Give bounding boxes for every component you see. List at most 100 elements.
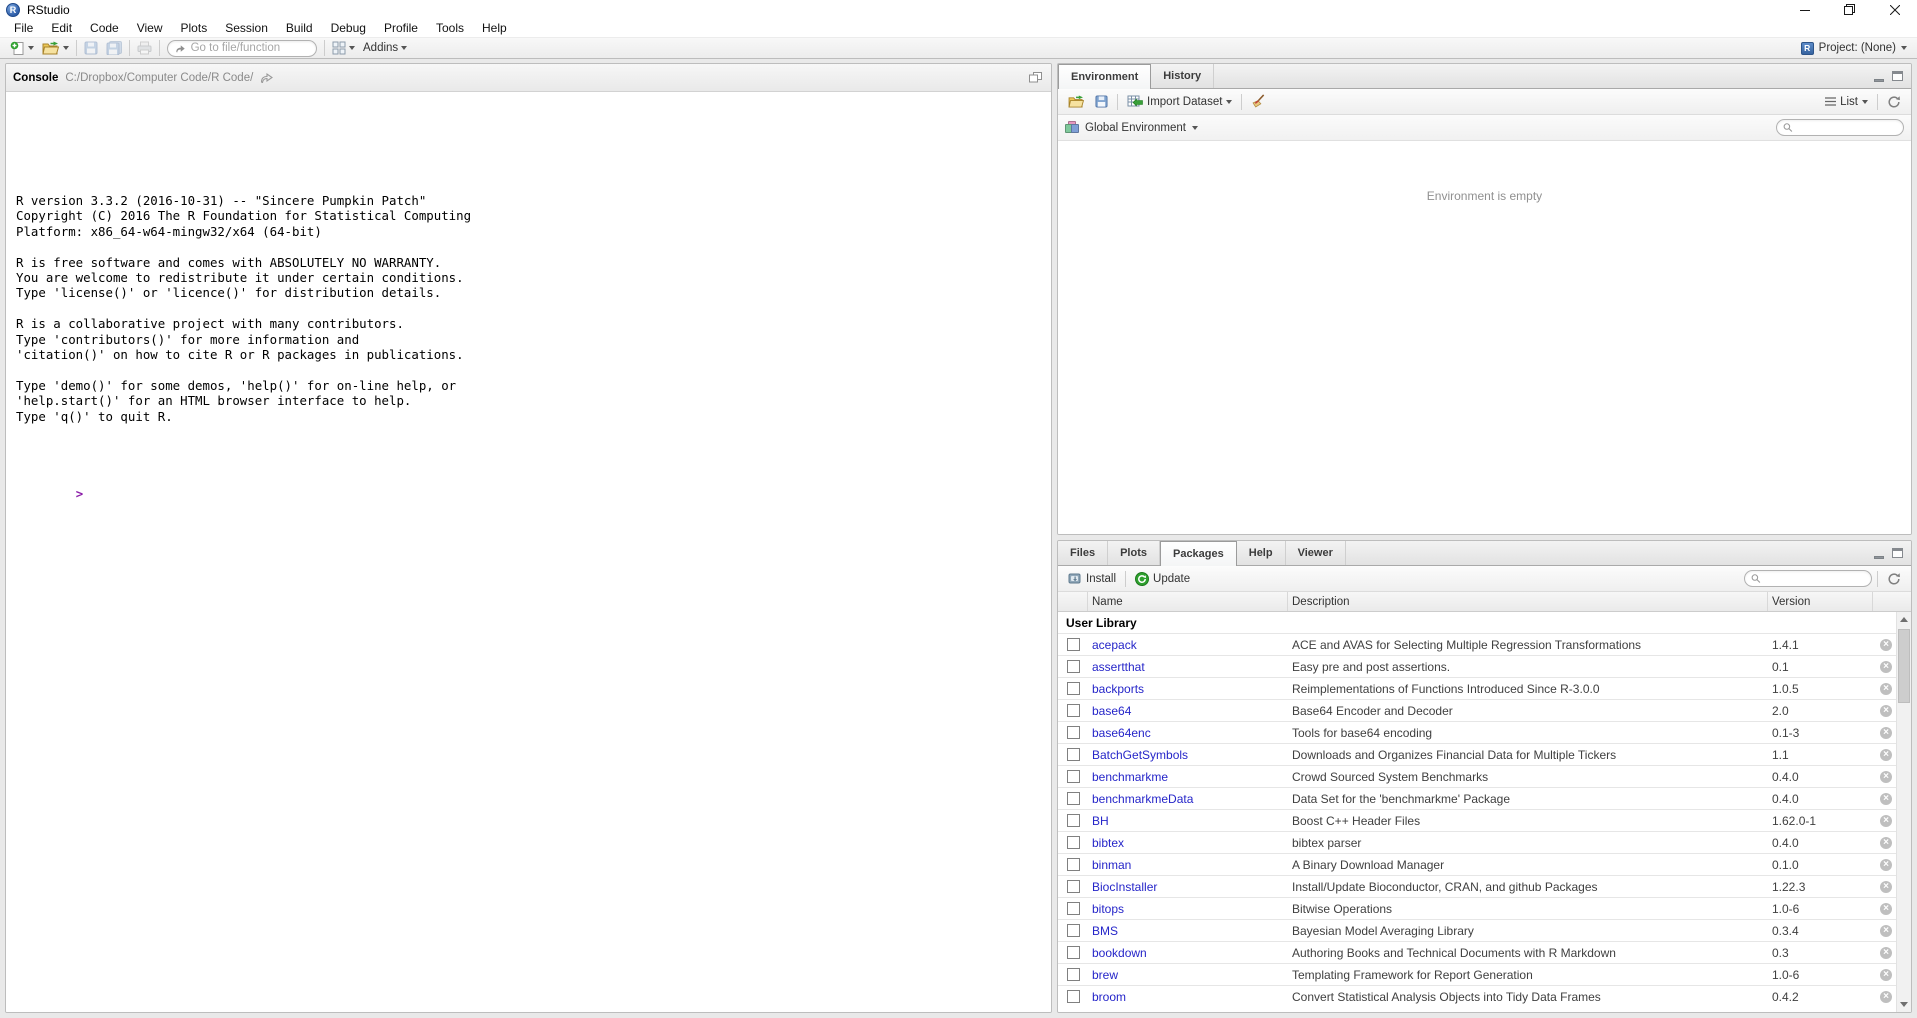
- package-checkbox[interactable]: [1067, 836, 1080, 849]
- package-checkbox[interactable]: [1067, 638, 1080, 651]
- menu-item[interactable]: Profile: [375, 19, 427, 37]
- package-name-link[interactable]: bookdown: [1088, 946, 1288, 960]
- clear-environment-button[interactable]: [1247, 91, 1270, 113]
- package-name-link[interactable]: BatchGetSymbols: [1088, 748, 1288, 762]
- package-checkbox[interactable]: [1067, 990, 1080, 1003]
- tab-viewer[interactable]: Viewer: [1286, 541, 1346, 565]
- remove-package-icon[interactable]: [1880, 793, 1892, 805]
- remove-package-icon[interactable]: [1880, 881, 1892, 893]
- save-all-button[interactable]: [102, 38, 126, 58]
- new-file-button[interactable]: [6, 38, 38, 58]
- package-name-link[interactable]: binman: [1088, 858, 1288, 872]
- remove-package-icon[interactable]: [1880, 727, 1892, 739]
- package-name-link[interactable]: backports: [1088, 682, 1288, 696]
- package-checkbox[interactable]: [1067, 902, 1080, 915]
- package-name-link[interactable]: BiocInstaller: [1088, 880, 1288, 894]
- refresh-environment-button[interactable]: [1883, 91, 1905, 113]
- remove-package-icon[interactable]: [1880, 771, 1892, 783]
- package-name-link[interactable]: brew: [1088, 968, 1288, 982]
- list-view-button[interactable]: List: [1821, 91, 1872, 113]
- tab-files[interactable]: Files: [1058, 541, 1108, 565]
- package-checkbox[interactable]: [1067, 968, 1080, 981]
- menu-item[interactable]: File: [5, 19, 42, 37]
- menu-item[interactable]: Help: [473, 19, 516, 37]
- tab-plots[interactable]: Plots: [1108, 541, 1160, 565]
- console-prompt-line[interactable]: >: [16, 470, 1041, 516]
- package-name-link[interactable]: benchmarkme: [1088, 770, 1288, 784]
- environment-scope-label[interactable]: Global Environment: [1085, 122, 1186, 134]
- print-button[interactable]: [133, 38, 156, 58]
- package-name-link[interactable]: benchmarkmeData: [1088, 792, 1288, 806]
- package-name-link[interactable]: bitops: [1088, 902, 1288, 916]
- minimize-pane-icon[interactable]: [1874, 556, 1884, 559]
- package-checkbox[interactable]: [1067, 814, 1080, 827]
- menu-item[interactable]: View: [128, 19, 172, 37]
- tab-history[interactable]: History: [1151, 64, 1214, 88]
- package-checkbox[interactable]: [1067, 770, 1080, 783]
- package-checkbox[interactable]: [1067, 792, 1080, 805]
- package-name-link[interactable]: bibtex: [1088, 836, 1288, 850]
- remove-package-icon[interactable]: [1880, 991, 1892, 1003]
- package-checkbox[interactable]: [1067, 704, 1080, 717]
- package-checkbox[interactable]: [1067, 858, 1080, 871]
- package-name-link[interactable]: assertthat: [1088, 660, 1288, 674]
- menu-item[interactable]: Session: [216, 19, 277, 37]
- menu-item[interactable]: Debug: [322, 19, 375, 37]
- remove-package-icon[interactable]: [1880, 749, 1892, 761]
- tab-environment[interactable]: Environment: [1058, 64, 1151, 89]
- package-name-link[interactable]: acepack: [1088, 638, 1288, 652]
- menu-item[interactable]: Edit: [42, 19, 81, 37]
- package-checkbox[interactable]: [1067, 726, 1080, 739]
- remove-package-icon[interactable]: [1880, 683, 1892, 695]
- load-workspace-button[interactable]: [1064, 91, 1089, 113]
- environment-search-input[interactable]: [1797, 122, 1897, 134]
- remove-package-icon[interactable]: [1880, 661, 1892, 673]
- goto-file-input[interactable]: [191, 42, 309, 54]
- package-checkbox[interactable]: [1067, 880, 1080, 893]
- package-checkbox[interactable]: [1067, 946, 1080, 959]
- package-name-link[interactable]: broom: [1088, 990, 1288, 1004]
- package-checkbox[interactable]: [1067, 924, 1080, 937]
- maximize-pane-icon[interactable]: [1892, 548, 1903, 558]
- save-workspace-button[interactable]: [1091, 91, 1112, 113]
- restore-window-button[interactable]: [1827, 0, 1872, 19]
- project-selector[interactable]: R Project: (None): [1801, 42, 1911, 55]
- remove-package-icon[interactable]: [1880, 815, 1892, 827]
- console[interactable]: R version 3.3.2 (2016-10-31) -- "Sincere…: [6, 92, 1051, 1012]
- package-checkbox[interactable]: [1067, 660, 1080, 673]
- remove-package-icon[interactable]: [1880, 947, 1892, 959]
- menu-item[interactable]: Plots: [172, 19, 217, 37]
- packages-scrollbar[interactable]: [1896, 612, 1911, 1012]
- remove-package-icon[interactable]: [1880, 705, 1892, 717]
- shortcut-arrow-icon[interactable]: [260, 72, 273, 83]
- addins-button[interactable]: Addins: [359, 38, 411, 58]
- remove-package-icon[interactable]: [1880, 903, 1892, 915]
- close-window-button[interactable]: [1872, 0, 1917, 19]
- install-packages-button[interactable]: Install: [1064, 568, 1120, 590]
- package-name-link[interactable]: base64: [1088, 704, 1288, 718]
- minimize-window-button[interactable]: [1782, 0, 1827, 19]
- package-checkbox[interactable]: [1067, 682, 1080, 695]
- tab-packages[interactable]: Packages: [1160, 541, 1237, 566]
- package-name-link[interactable]: BH: [1088, 814, 1288, 828]
- open-file-button[interactable]: [38, 38, 73, 58]
- minimize-pane-icon[interactable]: [1874, 79, 1884, 82]
- workspace-panes-button[interactable]: [328, 38, 359, 58]
- scrollbar-thumb[interactable]: [1898, 629, 1910, 703]
- scroll-down-arrow[interactable]: [1897, 997, 1911, 1012]
- refresh-packages-button[interactable]: [1883, 568, 1905, 590]
- remove-package-icon[interactable]: [1880, 859, 1892, 871]
- remove-package-icon[interactable]: [1880, 969, 1892, 981]
- remove-package-icon[interactable]: [1880, 925, 1892, 937]
- maximize-pane-icon[interactable]: [1892, 71, 1903, 81]
- save-button[interactable]: [80, 38, 102, 58]
- menu-item[interactable]: Tools: [427, 19, 473, 37]
- maximize-console-button[interactable]: [1026, 69, 1044, 87]
- scroll-up-arrow[interactable]: [1897, 612, 1911, 627]
- package-checkbox[interactable]: [1067, 748, 1080, 761]
- import-dataset-button[interactable]: Import Dataset: [1123, 91, 1236, 113]
- packages-search-input[interactable]: [1765, 573, 1865, 585]
- package-name-link[interactable]: BMS: [1088, 924, 1288, 938]
- package-name-link[interactable]: base64enc: [1088, 726, 1288, 740]
- remove-package-icon[interactable]: [1880, 639, 1892, 651]
